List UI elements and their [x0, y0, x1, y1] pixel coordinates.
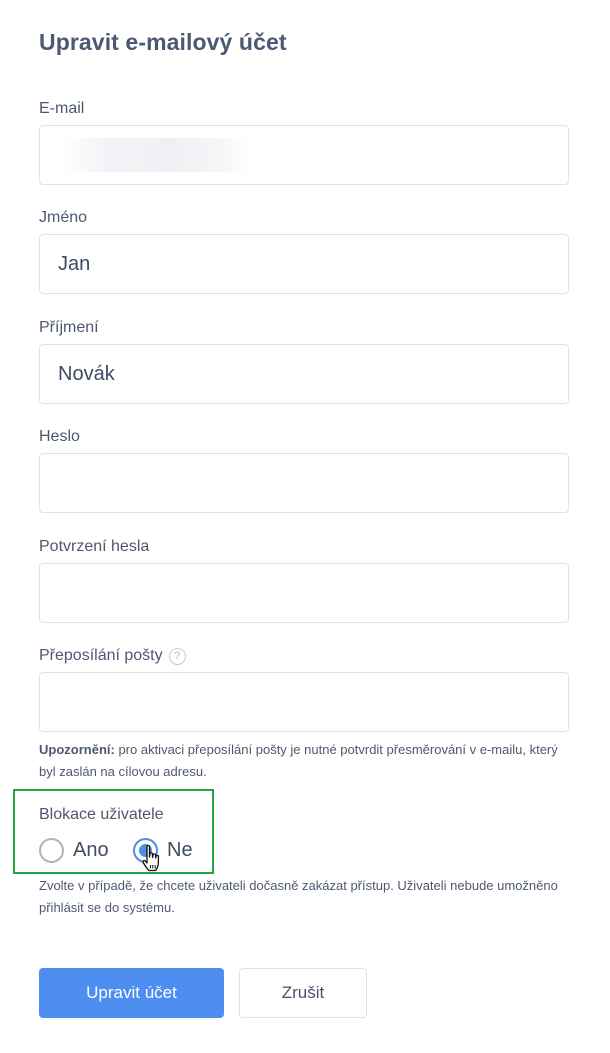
last-name-value: Novák: [58, 362, 115, 385]
radio-label-ne: Ne: [167, 838, 193, 861]
cancel-button[interactable]: Zrušit: [239, 968, 367, 1018]
forwarding-field[interactable]: [39, 672, 569, 732]
radio-option-ano[interactable]: Ano: [39, 836, 109, 864]
page-title: Upravit e-mailový účet: [39, 29, 287, 55]
password-confirm-label: Potvrzení hesla: [39, 538, 150, 555]
block-user-note: Zvolte v případě, že chcete uživateli do…: [39, 878, 558, 915]
submit-button[interactable]: Upravit účet: [39, 968, 224, 1018]
email-field[interactable]: [39, 125, 569, 185]
forwarding-label-row: Přeposílání pošty?: [39, 647, 186, 665]
forwarding-note: Upozornění: pro aktivaci přeposílání poš…: [39, 739, 569, 783]
last-name-label: Příjmení: [39, 319, 99, 336]
forwarding-label: Přeposílání pošty: [39, 647, 163, 664]
password-confirm-field[interactable]: [39, 563, 569, 623]
hand-cursor-icon: [142, 844, 160, 872]
first-name-value: Jan: [58, 252, 91, 275]
password-field[interactable]: [39, 453, 569, 513]
radio-label-ano: Ano: [73, 838, 109, 861]
redacted-email-value: [60, 138, 250, 172]
first-name-field[interactable]: Jan: [39, 234, 569, 294]
email-label: E-mail: [39, 100, 85, 117]
password-label: Heslo: [39, 428, 80, 445]
forwarding-note-text: pro aktivaci přeposílání pošty je nutné …: [39, 742, 558, 779]
radio-button-unchecked[interactable]: [39, 837, 64, 863]
first-name-label: Jméno: [39, 209, 88, 226]
last-name-field[interactable]: Novák: [39, 344, 569, 404]
help-icon[interactable]: ?: [168, 647, 186, 665]
forwarding-note-strong: Upozornění:: [39, 742, 115, 757]
block-user-label: Blokace uživatele: [39, 806, 164, 823]
